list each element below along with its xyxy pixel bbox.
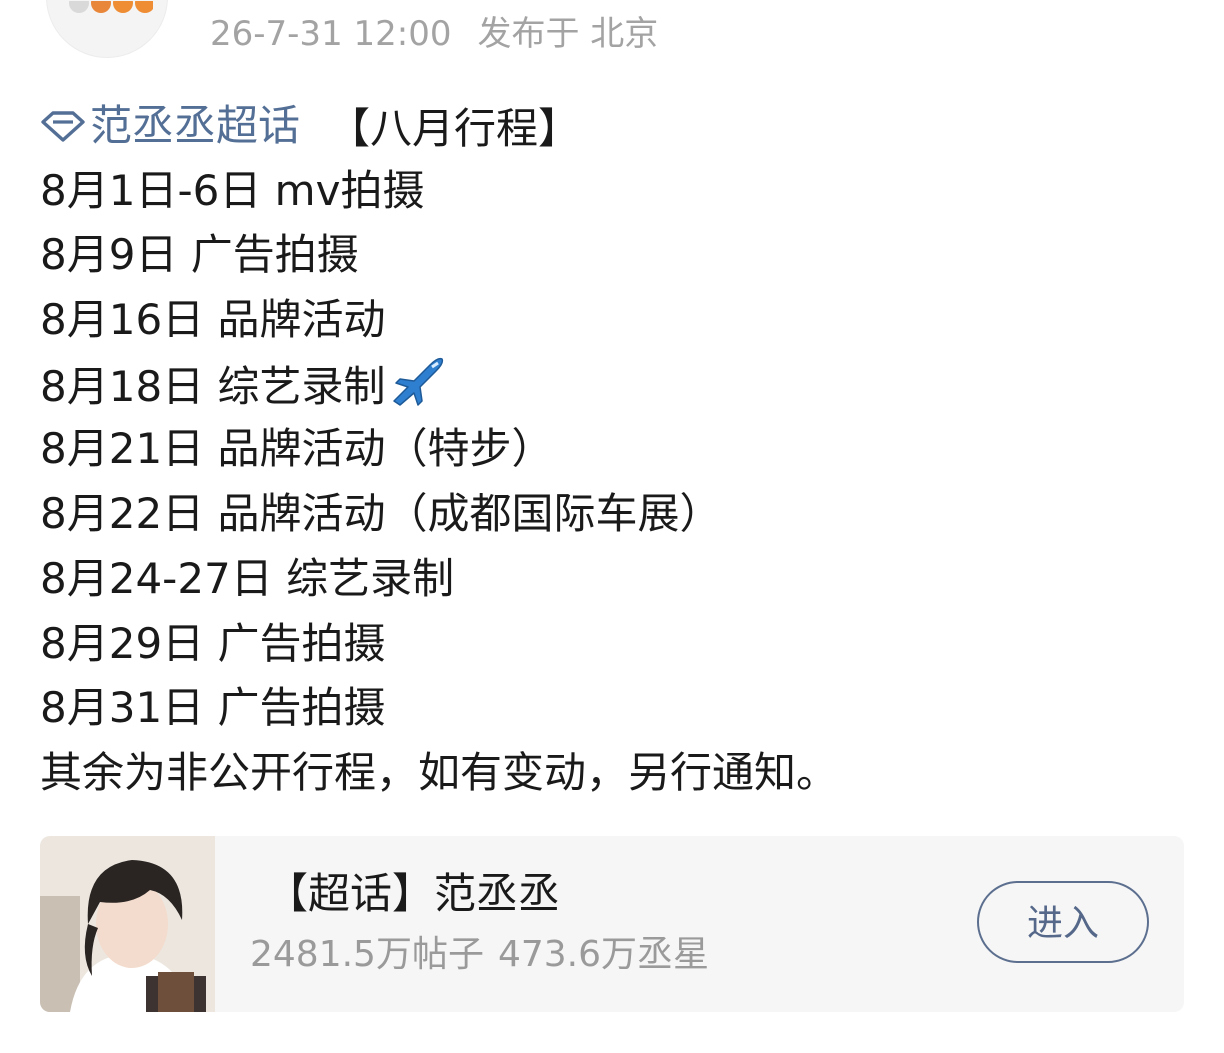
post-meta: 26-7-31 12:00 发布于 北京 — [210, 10, 658, 58]
post-body: 范丞丞超话 【八月行程】 8月1日-6日 mv拍摄 8月9日 广告拍摄 8月16日 … — [40, 94, 1190, 806]
schedule-item: 8月9日 广告拍摄 — [40, 223, 1190, 288]
schedule-item-text: 8月31日 广告拍摄 — [40, 683, 386, 733]
schedule-item: 8月22日 品牌活动（成都国际车展） — [40, 482, 1190, 547]
schedule-item: 8月24-27日 综艺录制 — [40, 547, 1190, 612]
diamond-icon — [41, 111, 85, 143]
post-footer-note: 其余为非公开行程，如有变动，另行通知。 — [40, 747, 839, 797]
schedule-item: 8月1日-6日 mv拍摄 — [40, 159, 1190, 224]
post-title: 【八月行程】 — [328, 104, 581, 154]
post-timestamp: 26-7-31 12:00 — [210, 14, 452, 54]
author-avatar[interactable] — [46, 0, 168, 58]
supertopic-photo — [40, 836, 215, 1012]
supertopic-title: 【超话】范丞丞 — [266, 869, 561, 918]
schedule-item-text: 8月21日 品牌活动（特步） — [40, 424, 554, 474]
schedule-list: 8月1日-6日 mv拍摄 8月9日 广告拍摄 8月16日 品牌活动 8月18日 综艺录… — [40, 159, 1190, 741]
schedule-item-text: 8月29日 广告拍摄 — [40, 618, 386, 668]
posts-count: 2481.5万帖子 — [250, 934, 484, 975]
supertopic-card[interactable]: 【超话】范丞丞 2481.5万帖子 473.6万丞星 进入 — [40, 836, 1184, 1012]
avatar-image — [69, 1, 153, 13]
schedule-item-text: 8月18日 综艺录制 — [40, 361, 386, 411]
topic-tag-link[interactable]: 范丞丞超话 — [40, 94, 300, 159]
schedule-item-text: 8月9日 广告拍摄 — [40, 230, 359, 280]
enter-button[interactable]: 进入 — [977, 881, 1149, 963]
airplane-icon — [392, 357, 443, 406]
post-title-line: 范丞丞超话 【八月行程】 — [40, 94, 1190, 159]
topic-tag-text: 范丞丞超话 — [90, 101, 301, 150]
schedule-item-text: 8月24-27日 综艺录制 — [40, 553, 455, 603]
schedule-item: 8月31日 广告拍摄 — [40, 676, 1190, 741]
schedule-item-text: 8月22日 品牌活动（成都国际车展） — [40, 489, 722, 539]
schedule-item-text: 8月1日-6日 mv拍摄 — [40, 165, 425, 215]
schedule-item: 8月16日 品牌活动 — [40, 288, 1190, 353]
post-location: 发布于 北京 — [477, 14, 659, 54]
supertopic-stats: 2481.5万帖子 473.6万丞星 — [250, 930, 709, 980]
fans-count: 473.6万丞星 — [497, 934, 710, 975]
schedule-item: 8月21日 品牌活动（特步） — [40, 417, 1190, 482]
schedule-item-text: 8月16日 品牌活动 — [40, 295, 386, 345]
schedule-item: 8月18日 综艺录制 — [40, 353, 1190, 418]
schedule-item: 8月29日 广告拍摄 — [40, 612, 1190, 677]
